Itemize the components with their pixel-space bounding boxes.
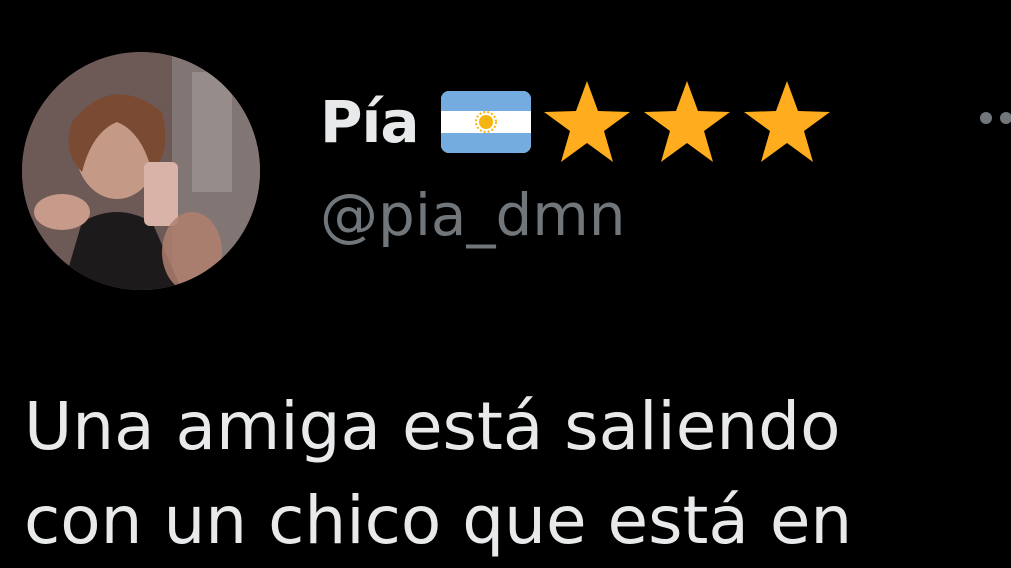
argentina-flag-icon (440, 91, 531, 153)
display-name[interactable]: Pía (320, 93, 420, 151)
avatar-image (22, 52, 260, 290)
more-options-icon[interactable] (976, 106, 1011, 130)
tweet-header: Pía (320, 81, 841, 162)
star-icon (743, 81, 830, 162)
tweet-text: Una amiga está saliendo con un chico que… (24, 380, 1004, 568)
user-handle[interactable]: @pia_dmn (320, 186, 626, 244)
tweet-text-line: con un chico que está en (24, 482, 853, 559)
star-badges (541, 79, 841, 165)
tweet-text-line: Una amiga está saliendo (24, 388, 841, 465)
star-icon (643, 81, 730, 162)
avatar[interactable] (22, 52, 260, 290)
star-icon (543, 81, 630, 162)
tweet-card: Pía @pia_dmn Una amiga está saliendo con… (0, 0, 1011, 568)
